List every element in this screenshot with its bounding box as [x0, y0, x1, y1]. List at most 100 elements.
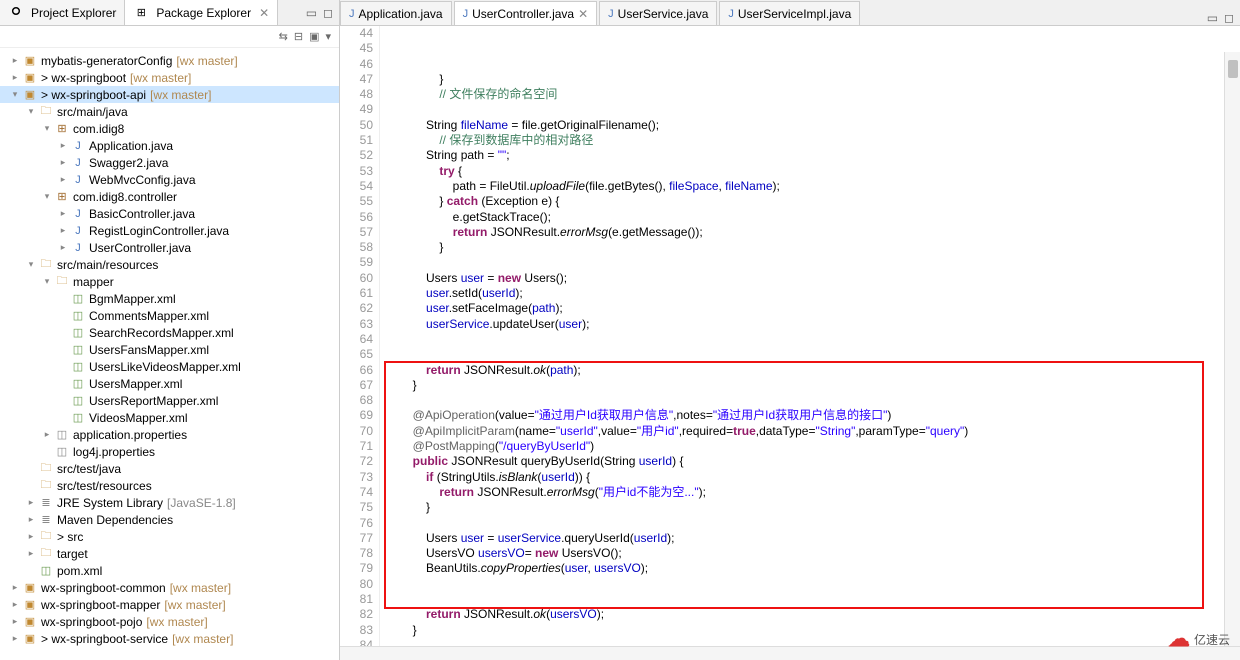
code-viewport[interactable]: } // 文件保存的命名空间 String fileName = file.ge… [380, 26, 1240, 646]
code-line[interactable]: @ApiImplicitParam(name="userId",value="用… [386, 424, 1240, 439]
editor-tab[interactable]: JUserServiceImpl.java [719, 1, 860, 25]
tree-item[interactable]: ▸▣mybatis-generatorConfig[wx master] [0, 52, 339, 69]
code-line[interactable]: // 保存到数据库中的相对路径 [386, 133, 1240, 148]
link-with-editor-icon[interactable]: ⇆ [279, 30, 288, 43]
twisty-icon[interactable]: ▾ [8, 89, 22, 100]
twisty-icon[interactable]: ▸ [56, 174, 70, 185]
tree-item[interactable]: ▾⊞com.idig8 [0, 120, 339, 137]
tree-item[interactable]: ▸JSwagger2.java [0, 154, 339, 171]
code-line[interactable] [386, 393, 1240, 408]
code-line[interactable]: try { [386, 164, 1240, 179]
tree-item[interactable]: ▾🗀src/main/java [0, 103, 339, 120]
tree-item[interactable]: ▾⊞com.idig8.controller [0, 188, 339, 205]
tree-item[interactable]: ▸▣> wx-springboot-service[wx master] [0, 630, 339, 647]
twisty-icon[interactable]: ▸ [56, 157, 70, 168]
code-line[interactable]: } [386, 378, 1240, 393]
editor-tab[interactable]: JUserService.java [599, 1, 717, 25]
twisty-icon[interactable]: ▾ [40, 191, 54, 202]
tree-item[interactable]: ◫UsersReportMapper.xml [0, 392, 339, 409]
view-menu-icon[interactable]: ▾ [325, 30, 331, 43]
tree-item[interactable]: ◫SearchRecordsMapper.xml [0, 324, 339, 341]
twisty-icon[interactable]: ▸ [8, 599, 22, 610]
code-line[interactable] [386, 255, 1240, 270]
code-line[interactable]: return JSONResult.ok(path); [386, 363, 1240, 378]
focus-icon[interactable]: ▣ [309, 30, 319, 43]
tree-item[interactable]: ▾🗀mapper [0, 273, 339, 290]
code-line[interactable]: Users user = new Users(); [386, 271, 1240, 286]
twisty-icon[interactable]: ▸ [8, 72, 22, 83]
twisty-icon[interactable]: ▸ [8, 633, 22, 644]
twisty-icon[interactable]: ▸ [8, 55, 22, 66]
tree-item[interactable]: 🗀src/test/resources [0, 477, 339, 494]
twisty-icon[interactable]: ▸ [24, 548, 38, 559]
tree-item[interactable]: ▾🗀src/main/resources [0, 256, 339, 273]
code-line[interactable] [386, 332, 1240, 347]
tree-item[interactable]: ◫VideosMapper.xml [0, 409, 339, 426]
tree-item[interactable]: ▸≣Maven Dependencies [0, 511, 339, 528]
twisty-icon[interactable]: ▸ [24, 531, 38, 542]
tree-item[interactable]: ▸🗀target [0, 545, 339, 562]
collapse-all-icon[interactable]: ⊟ [294, 30, 303, 43]
code-line[interactable]: @PostMapping("/queryByUserId") [386, 439, 1240, 454]
package-explorer-tab[interactable]: ⊞ Package Explorer ✕ [125, 0, 278, 25]
code-line[interactable]: Users user = userService.queryUserId(use… [386, 531, 1240, 546]
code-line[interactable]: } [386, 500, 1240, 515]
code-line[interactable]: return JSONResult.errorMsg(e.getMessage(… [386, 225, 1240, 240]
tree-item[interactable]: ▸JBasicController.java [0, 205, 339, 222]
code-line[interactable] [386, 516, 1240, 531]
twisty-icon[interactable]: ▸ [40, 429, 54, 440]
tree-item[interactable]: ▸JUserController.java [0, 239, 339, 256]
code-line[interactable]: String path = ""; [386, 148, 1240, 163]
tree-item[interactable]: ▸▣> wx-springboot[wx master] [0, 69, 339, 86]
code-line[interactable] [386, 638, 1240, 646]
close-icon[interactable]: ✕ [259, 6, 269, 20]
twisty-icon[interactable]: ▸ [56, 140, 70, 151]
tree-item[interactable]: ◫UsersLikeVideosMapper.xml [0, 358, 339, 375]
code-area[interactable]: 4445464748495051525354555657585960616263… [340, 26, 1240, 646]
twisty-icon[interactable]: ▸ [56, 242, 70, 253]
code-line[interactable]: } catch (Exception e) { [386, 194, 1240, 209]
editor-minmax[interactable]: ▭◻ [1201, 11, 1240, 25]
twisty-icon[interactable]: ▾ [40, 123, 54, 134]
twisty-icon[interactable]: ▸ [8, 616, 22, 627]
code-line[interactable]: } [386, 72, 1240, 87]
tree-item[interactable]: ◫UsersMapper.xml [0, 375, 339, 392]
code-line[interactable]: e.getStackTrace(); [386, 210, 1240, 225]
code-line[interactable]: path = FileUtil.uploadFile(file.getBytes… [386, 179, 1240, 194]
code-line[interactable] [386, 102, 1240, 117]
twisty-icon[interactable]: ▾ [24, 106, 38, 117]
tree-item[interactable]: ◫log4j.properties [0, 443, 339, 460]
vertical-scrollbar[interactable] [1224, 52, 1240, 646]
twisty-icon[interactable]: ▸ [24, 497, 38, 508]
code-line[interactable]: user.setId(userId); [386, 286, 1240, 301]
code-line[interactable]: return JSONResult.errorMsg("用户id不能为空..."… [386, 485, 1240, 500]
code-line[interactable]: return JSONResult.ok(usersVO); [386, 607, 1240, 622]
package-tree[interactable]: ▸▣mybatis-generatorConfig[wx master]▸▣> … [0, 48, 339, 660]
tree-item[interactable]: ▸🗀> src [0, 528, 339, 545]
tree-item[interactable]: ▸▣wx-springboot-mapper[wx master] [0, 596, 339, 613]
close-icon[interactable]: ✕ [578, 7, 588, 21]
scrollbar-thumb[interactable] [1228, 60, 1238, 78]
project-explorer-tab[interactable]: 🞇 Project Explorer [0, 0, 125, 25]
tree-item[interactable]: ▸JRegistLoginController.java [0, 222, 339, 239]
code-line[interactable]: user.setFaceImage(path); [386, 301, 1240, 316]
tree-item[interactable]: ▸▣wx-springboot-pojo[wx master] [0, 613, 339, 630]
tree-item[interactable]: ▾▣> wx-springboot-api[wx master] [0, 86, 339, 103]
tree-item[interactable]: ▸▣wx-springboot-common[wx master] [0, 579, 339, 596]
code-line[interactable]: UsersVO usersVO= new UsersVO(); [386, 546, 1240, 561]
twisty-icon[interactable]: ▸ [8, 582, 22, 593]
tree-item[interactable]: 🗀src/test/java [0, 460, 339, 477]
code-line[interactable]: public JSONResult queryByUserId(String u… [386, 454, 1240, 469]
twisty-icon[interactable]: ▸ [56, 208, 70, 219]
tree-item[interactable]: ▸JApplication.java [0, 137, 339, 154]
code-line[interactable] [386, 592, 1240, 607]
editor-tab[interactable]: JUserController.java✕ [454, 1, 598, 25]
horizontal-scrollbar[interactable] [340, 646, 1240, 660]
code-line[interactable]: if (StringUtils.isBlank(userId)) { [386, 470, 1240, 485]
tree-item[interactable]: ◫CommentsMapper.xml [0, 307, 339, 324]
view-minmax[interactable]: ▭◻ [300, 6, 339, 20]
twisty-icon[interactable]: ▾ [40, 276, 54, 287]
tree-item[interactable]: ▸JWebMvcConfig.java [0, 171, 339, 188]
code-line[interactable]: } [386, 240, 1240, 255]
code-line[interactable]: } [386, 623, 1240, 638]
